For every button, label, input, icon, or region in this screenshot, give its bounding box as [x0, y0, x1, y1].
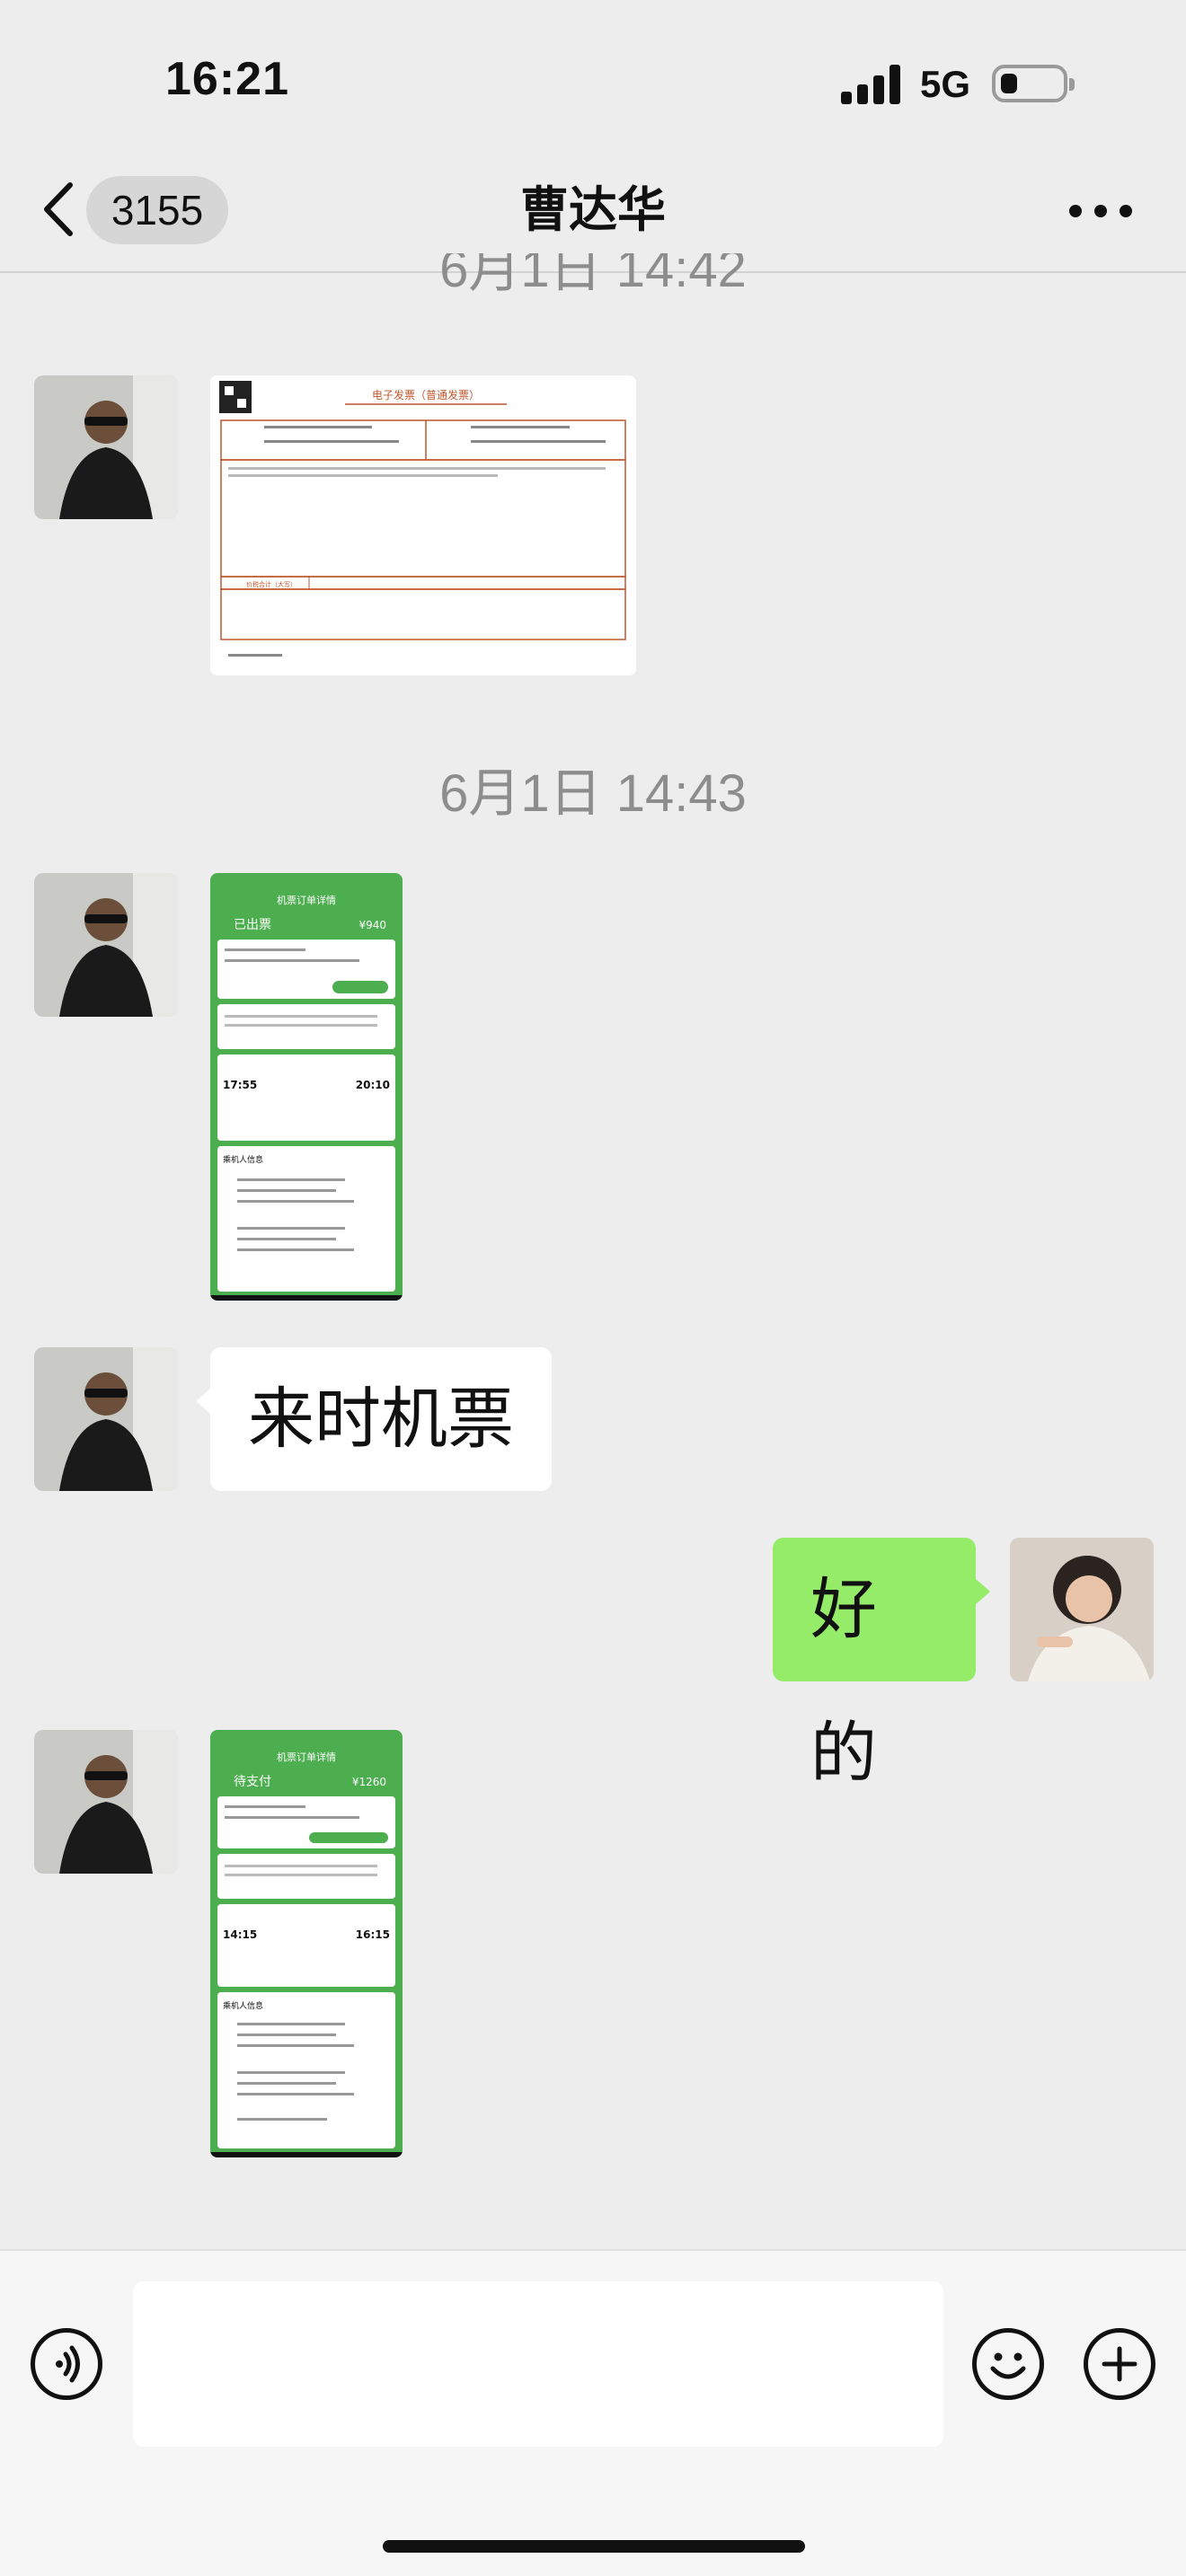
network-type: 5G: [920, 63, 971, 105]
contact-avatar[interactable]: [34, 1730, 178, 1874]
battery-icon: [992, 65, 1075, 102]
contact-avatar[interactable]: [34, 873, 178, 1017]
add-icon[interactable]: [1084, 2328, 1155, 2400]
timestamp: 6月1日 14:43: [439, 764, 747, 823]
flight-order-1-arrive: 20:10: [356, 1079, 390, 1091]
emoji-icon[interactable]: [972, 2328, 1044, 2400]
contact-avatar[interactable]: [34, 375, 178, 519]
flight-order-1-status: 已出票: [234, 918, 271, 932]
chat-title: 曹达华: [520, 183, 666, 237]
invoice-total-label: 价税合计（大写）: [246, 580, 296, 588]
contact-avatar[interactable]: [34, 1347, 178, 1491]
home-indicator[interactable]: [383, 2540, 805, 2553]
invoice-image[interactable]: 电子发票（普通发票） 价税合计（大写）: [210, 375, 636, 675]
flight-order-1-price: ¥940: [358, 919, 386, 931]
flight-order-2-depart: 14:15: [223, 1928, 257, 1941]
flight-order-2-section: 乘机人信息: [223, 2000, 263, 2011]
timestamp: 6月1日 14:42: [439, 253, 747, 295]
message-bubble-received[interactable]: 来时机票: [210, 1347, 552, 1491]
message-input[interactable]: [133, 2281, 943, 2447]
signal-icon: [841, 65, 902, 104]
flight-order-2-header: 机票订单详情: [277, 1751, 336, 1763]
timestamp: 6月1日 15:21: [0, 2231, 1186, 2249]
flight-order-image-1[interactable]: 机票订单详情 已出票 ¥940 17:55 20:10 乘机人信息: [210, 873, 403, 1301]
flight-order-2-arrive: 16:15: [356, 1928, 390, 1941]
invoice-title: 电子发票（普通发票）: [372, 388, 480, 401]
flight-order-1-header: 机票订单详情: [277, 894, 336, 906]
more-icon[interactable]: [1069, 201, 1134, 219]
flight-order-2-price: ¥1260: [352, 1776, 386, 1788]
bubble-tail: [196, 1389, 210, 1414]
flight-order-1-depart: 17:55: [223, 1079, 257, 1091]
status-time: 16:21: [165, 53, 289, 105]
flight-order-image-2[interactable]: 机票订单详情 待支付 ¥1260 14:15 16:15 乘机人信息: [210, 1730, 403, 2157]
flight-order-2-status: 待支付: [234, 1775, 271, 1789]
bubble-tail: [976, 1579, 990, 1604]
my-avatar[interactable]: [1010, 1538, 1154, 1681]
message-bubble-sent[interactable]: 好的: [773, 1538, 976, 1790]
voice-icon[interactable]: [31, 2328, 102, 2400]
flight-order-1-section: 乘机人信息: [223, 1154, 263, 1165]
